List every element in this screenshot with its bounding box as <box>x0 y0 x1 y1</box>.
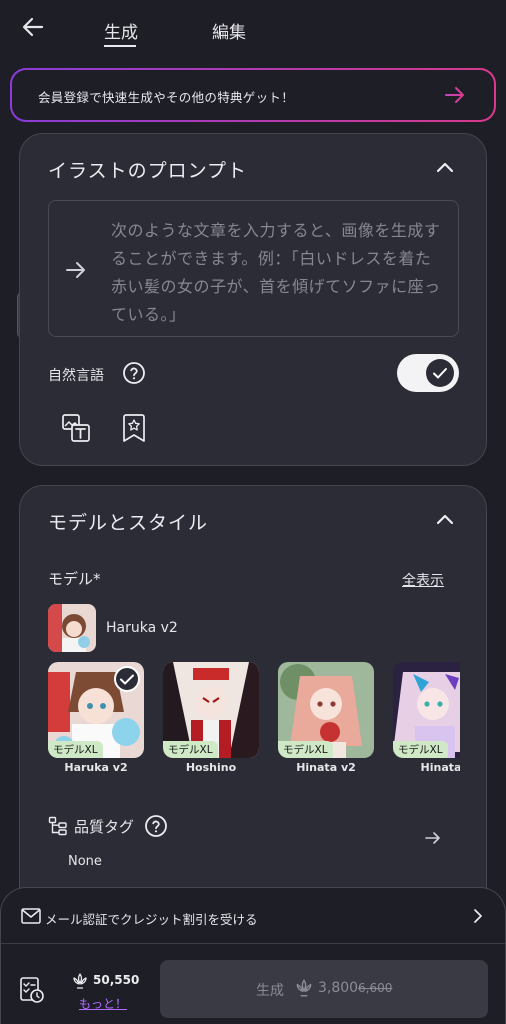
chevron-right-icon <box>474 909 482 923</box>
chevron-up-icon[interactable] <box>434 156 456 178</box>
model-name: Hinata <box>420 761 460 774</box>
get-more-credits-link[interactable]: もっと！ <box>79 995 127 1012</box>
model-card-hinata-v2[interactable]: モデルXL Hinata v2 <box>278 662 374 774</box>
prompt-section-title: イラストのプロンプト <box>48 160 248 182</box>
model-carousel: モデルXL Haruka v2 モデルXL Hoshino モデルXL Hina… <box>48 662 460 778</box>
model-card-hoshino[interactable]: モデルXL Hoshino <box>163 662 259 774</box>
promo-text: 会員登録で快速生成やその他の特典ゲット！ <box>38 90 295 105</box>
arrow-right-icon <box>445 87 464 103</box>
history-icon[interactable] <box>19 976 45 1004</box>
active-tab-indicator <box>104 45 136 47</box>
arrow-right-icon[interactable] <box>424 829 442 847</box>
help-icon[interactable] <box>144 814 168 838</box>
model-badge: モデルXL <box>393 741 448 758</box>
arrow-right-icon <box>66 262 85 278</box>
model-name: Hinata v2 <box>296 761 356 774</box>
model-section-title: モデルとスタイル <box>48 512 209 534</box>
bottom-action-sheet: メール認証でクレジット割引を受ける 50,550 もっと！ 生成 3,800 6… <box>0 887 506 1024</box>
saved-prompts-icon[interactable] <box>120 412 148 444</box>
back-arrow-icon[interactable] <box>20 14 46 40</box>
original-cost: 6,600 <box>358 981 393 995</box>
mail-icon <box>21 908 41 924</box>
top-nav: 生成 編集 <box>0 0 506 60</box>
email-verification-text: メール認証でクレジット割引を受ける <box>45 912 258 927</box>
generate-button[interactable]: 生成 3,800 6,600 <box>160 960 488 1018</box>
prompt-input[interactable]: 次のような文章を入力すると、画像を生成することができます。例：｢白いドレスを着た… <box>48 200 459 337</box>
model-style-card: モデルとスタイル モデル* 全表示 Haruka v2 モデルXL Haruka… <box>19 485 487 945</box>
quality-tag-label: 品質タグ <box>74 818 135 836</box>
email-verification-row[interactable]: メール認証でクレジット割引を受ける <box>1 888 505 944</box>
model-name: Hoshino <box>185 761 237 774</box>
toggle-knob <box>426 359 454 387</box>
natural-language-label: 自然言語 <box>48 368 104 384</box>
model-badge: モデルXL <box>278 741 333 758</box>
show-all-link[interactable]: 全表示 <box>402 570 444 590</box>
prompt-placeholder: 次のような文章を入力すると、画像を生成することができます。例：｢白いドレスを着た… <box>111 221 441 324</box>
model-name: Haruka v2 <box>64 761 128 774</box>
signup-promo-banner[interactable]: 会員登録で快速生成やその他の特典ゲット！ <box>10 68 496 122</box>
selected-model-name: Haruka v2 <box>106 620 178 636</box>
quality-tag-value: None <box>68 854 102 869</box>
tab-generate[interactable]: 生成 <box>104 18 138 43</box>
tab-edit[interactable]: 編集 <box>212 18 246 43</box>
tag-tree-icon <box>48 816 67 836</box>
prompt-card: イラストのプロンプト 次のような文章を入力すると、画像を生成することができます。… <box>19 133 487 466</box>
model-label: モデル* <box>48 570 101 588</box>
credit-balance: 50,550 <box>93 973 140 987</box>
generate-cost: 3,800 <box>318 980 359 996</box>
natural-language-toggle[interactable] <box>397 354 459 392</box>
model-card-haruka-v2[interactable]: モデルXL Haruka v2 <box>48 662 144 774</box>
credit-icon <box>73 973 87 989</box>
image-to-text-icon[interactable] <box>60 412 92 444</box>
selected-check-icon <box>114 666 140 692</box>
help-icon[interactable] <box>122 361 146 385</box>
chevron-up-icon[interactable] <box>434 508 456 530</box>
selected-model-thumbnail <box>48 604 96 652</box>
generate-label: 生成 <box>256 983 284 999</box>
model-badge: モデルXL <box>163 741 218 758</box>
model-card-hinata[interactable]: モデルXL Hinata <box>393 662 460 774</box>
credit-icon <box>296 979 312 997</box>
check-icon <box>433 368 447 379</box>
model-badge: モデルXL <box>48 741 103 758</box>
